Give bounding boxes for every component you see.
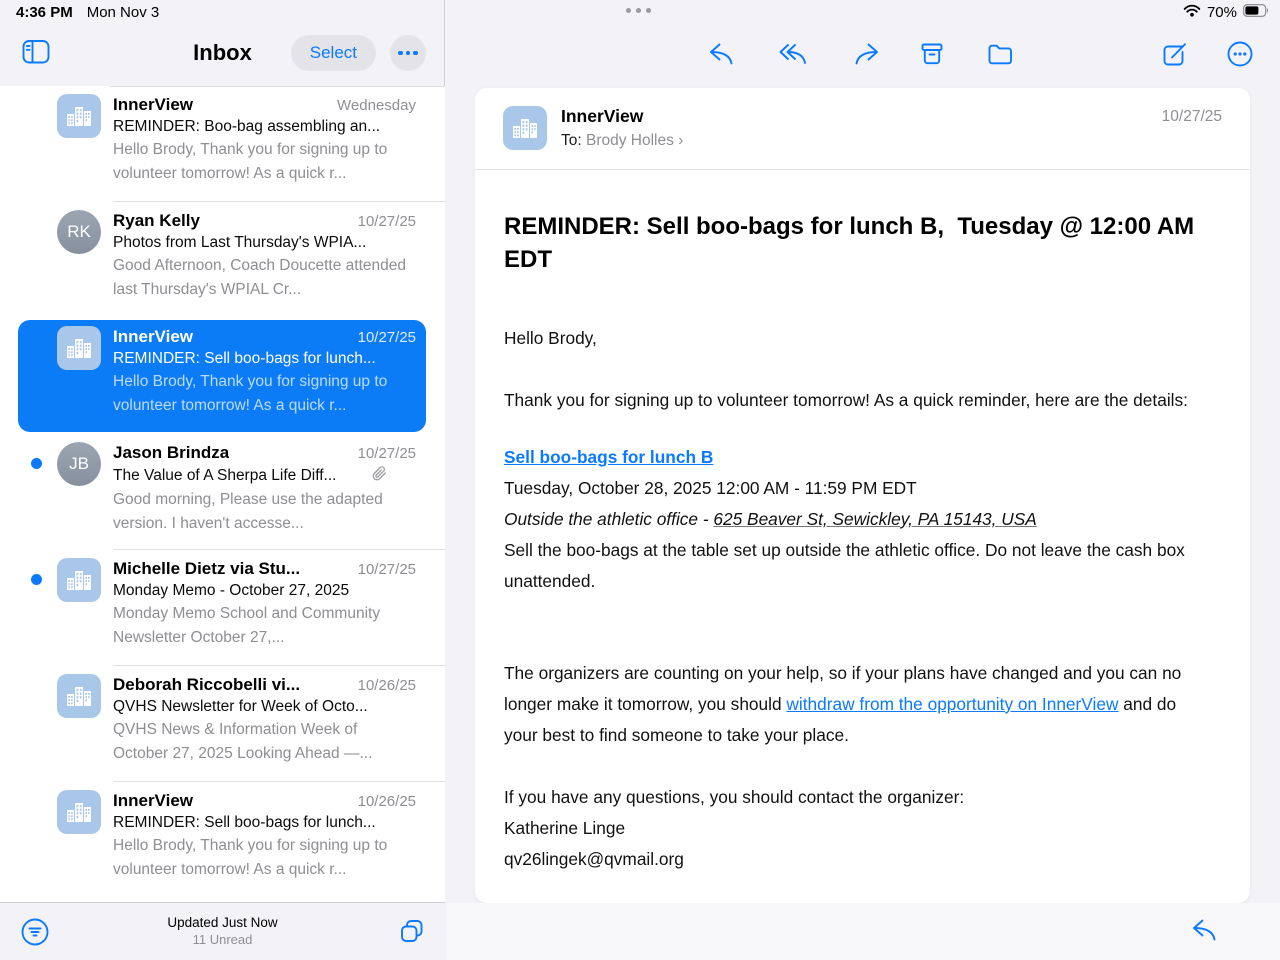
- mail-windows-button[interactable]: [395, 915, 429, 949]
- mailbox-more-button[interactable]: [390, 35, 426, 71]
- email-subject: REMINDER: Sell boo-bags for lunch...: [113, 350, 376, 367]
- building-avatar-icon: [57, 558, 101, 602]
- email-preview: Good morning, Please use the adapted ver…: [113, 491, 383, 532]
- contact-block: If you have any questions, you should co…: [504, 782, 1200, 875]
- event-location-prefix: Outside the athletic office -: [504, 509, 714, 529]
- building-avatar-icon: [57, 94, 101, 138]
- email-date: Wednesday: [337, 97, 416, 114]
- withdraw-paragraph: The organizers are counting on your help…: [504, 663, 1182, 745]
- inbox-sidebar: Inbox Select InnerView Wednesday REMINDER…: [0, 0, 445, 960]
- archive-button[interactable]: [915, 37, 949, 71]
- contact-email: qv26lingek@qvmail.org: [504, 849, 684, 869]
- sender-name: InnerView: [113, 791, 193, 810]
- building-avatar-icon: [57, 326, 101, 370]
- event-address-link[interactable]: 625 Beaver St, Sewickley, PA 15143, USA: [713, 509, 1036, 529]
- message-header: InnerView To: Brody Holles › 10/27/25: [475, 88, 1250, 170]
- message-subject: REMINDER: Sell boo-bags for lunch B, Tue…: [504, 213, 1201, 273]
- battery-icon: [1243, 4, 1270, 21]
- status-bar: 4:36 PM Mon Nov 3 70%: [0, 0, 1280, 24]
- message-sender: InnerView: [561, 106, 644, 126]
- email-row-innerview-1026[interactable]: InnerView 10/26/25 REMINDER: Sell boo-bag…: [0, 782, 445, 898]
- inbox-footer: Updated Just Now 11 Unread: [0, 902, 445, 960]
- event-details: Sell boo-bags for lunch B Tuesday, Octob…: [504, 442, 1200, 597]
- sender-name: InnerView: [113, 327, 193, 346]
- select-button[interactable]: Select: [290, 35, 376, 71]
- sender-name: Michelle Dietz via Stu...: [113, 559, 301, 578]
- email-preview: Hello Brody, Thank you for signing up to…: [113, 141, 388, 182]
- mail-app-screen: 4:36 PM Mon Nov 3 70% Inbox Select Inner…: [0, 0, 1280, 960]
- event-time: Tuesday, October 28, 2025 12:00 AM - 11:…: [504, 478, 917, 498]
- email-date: 10/26/25: [357, 793, 416, 810]
- email-row-deborah-riccobelli[interactable]: Deborah Riccobelli vi... 10/26/25 QVHS Ne…: [0, 666, 445, 782]
- email-date: 10/27/25: [357, 561, 416, 578]
- chevron-right-icon: ›: [678, 132, 684, 149]
- email-date: 10/26/25: [357, 677, 416, 694]
- email-list: InnerView Wednesday REMINDER: Boo-bag ass…: [0, 86, 445, 902]
- email-row-innerview-selected[interactable]: InnerView 10/27/25 REMINDER: Sell boo-bag…: [0, 318, 445, 434]
- reply-button[interactable]: [705, 37, 739, 71]
- withdraw-link[interactable]: withdraw from the opportunity on InnerVi…: [786, 694, 1118, 714]
- message-card: InnerView To: Brody Holles › 10/27/25 RE…: [475, 88, 1250, 903]
- message-body: REMINDER: Sell boo-bags for lunch B, Tue…: [475, 170, 1250, 875]
- building-avatar-icon: [503, 106, 547, 150]
- forward-button[interactable]: [849, 37, 883, 71]
- sender-name: Deborah Riccobelli vi...: [113, 675, 301, 694]
- event-link[interactable]: Sell boo-bags for lunch B: [504, 447, 713, 467]
- email-row-jason-brindza[interactable]: JB Jason Brindza 10/27/25 The Value of A …: [0, 434, 445, 550]
- contact-name: Katherine Linge: [504, 818, 626, 838]
- battery-percent: 70%: [1206, 4, 1237, 21]
- inbox-header: Inbox Select: [0, 24, 445, 86]
- intro-text: Thank you for signing up to volunteer to…: [504, 390, 1188, 410]
- message-date: 10/27/25: [1161, 108, 1222, 125]
- message-bottom-bar: [446, 903, 1280, 960]
- filter-button[interactable]: [18, 915, 52, 949]
- event-description: Sell the boo-bags at the table set up ou…: [504, 540, 1185, 591]
- email-preview: Monday Memo School and Community Newslet…: [113, 605, 381, 646]
- monogram-avatar: RK: [57, 210, 101, 254]
- email-subject: REMINDER: Boo-bag assembling an...: [113, 118, 381, 135]
- multitasking-handle-icon[interactable]: [626, 8, 651, 13]
- contact-intro: If you have any questions, you should co…: [504, 787, 965, 807]
- sender-name: Jason Brindza: [113, 443, 230, 462]
- clock: 4:36 PM: [16, 4, 73, 21]
- updated-status: Updated Just Now: [167, 915, 278, 930]
- email-row-innerview-wed[interactable]: InnerView Wednesday REMINDER: Boo-bag ass…: [0, 86, 445, 202]
- email-preview: Good Afternoon, Coach Doucette attended …: [113, 257, 406, 298]
- wifi-icon: [1183, 4, 1201, 21]
- status-date: Mon Nov 3: [86, 4, 160, 21]
- email-date: 10/27/25: [357, 329, 416, 346]
- email-subject: The Value of A Sherpa Life Diff...: [113, 467, 337, 484]
- reply-all-button[interactable]: [776, 37, 810, 71]
- folder-button[interactable]: [983, 37, 1017, 71]
- unread-dot: [31, 574, 42, 585]
- email-subject: Photos from Last Thursday's WPIA...: [113, 234, 367, 251]
- email-preview: Hello Brody, Thank you for signing up to…: [113, 837, 388, 878]
- email-subject: REMINDER: Sell boo-bags for lunch...: [113, 814, 376, 831]
- reply-button-bottom[interactable]: [1188, 913, 1222, 947]
- compose-button[interactable]: [1158, 37, 1192, 71]
- sender-name: Ryan Kelly: [113, 211, 200, 230]
- email-row-michelle-dietz[interactable]: Michelle Dietz via Stu... 10/27/25 Monday…: [0, 550, 445, 666]
- message-recipients[interactable]: To: Brody Holles ›: [561, 132, 683, 150]
- email-row-ryan-kelly[interactable]: RK Ryan Kelly 10/27/25 Photos from Last T…: [0, 202, 445, 318]
- building-avatar-icon: [57, 674, 101, 718]
- email-preview: QVHS News & Information Week of October …: [113, 721, 373, 762]
- message-more-button[interactable]: [1223, 37, 1257, 71]
- building-avatar-icon: [57, 790, 101, 834]
- attachment-paperclip-icon: [372, 466, 416, 486]
- monogram-avatar: JB: [57, 442, 101, 486]
- email-date: 10/27/25: [357, 445, 416, 462]
- email-preview: Hello Brody, Thank you for signing up to…: [113, 373, 388, 414]
- message-pane: InnerView To: Brody Holles › 10/27/25 RE…: [446, 0, 1280, 960]
- greeting-text: Hello Brody,: [504, 328, 597, 348]
- email-subject: Monday Memo - October 27, 2025: [113, 582, 350, 599]
- unread-count: 11 Unread: [192, 932, 253, 947]
- unread-dot: [31, 458, 42, 469]
- email-subject: QVHS Newsletter for Week of Octo...: [113, 698, 368, 715]
- mailbox-title: Inbox: [193, 40, 252, 65]
- sender-name: InnerView: [113, 95, 193, 114]
- email-date: 10/27/25: [357, 213, 416, 230]
